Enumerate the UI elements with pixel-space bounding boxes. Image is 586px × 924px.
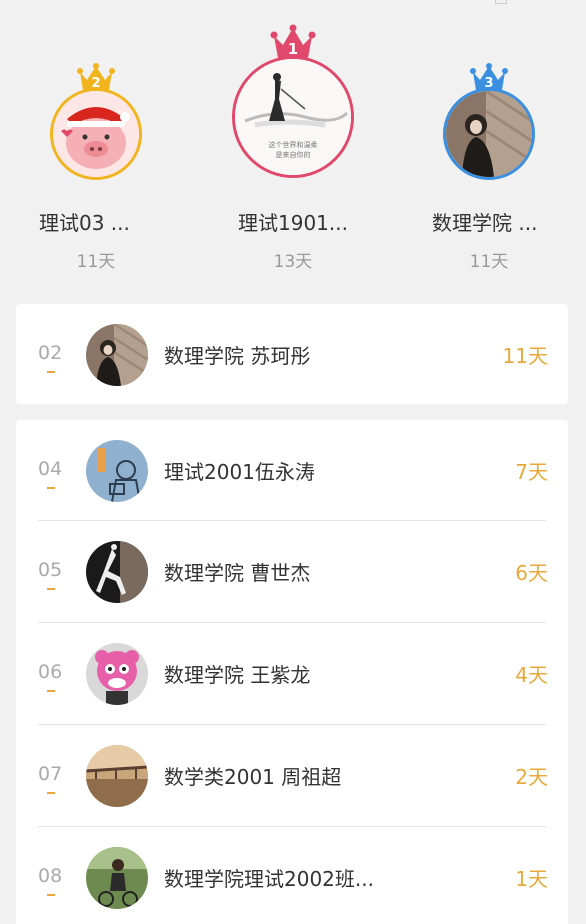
rank-number: 08 <box>38 865 63 887</box>
avatar <box>86 541 148 603</box>
user-name: 数理学院 苏珂彤 <box>164 344 311 368</box>
rank-underline <box>47 792 55 794</box>
user-name: 数理学院 王紫龙 <box>164 663 311 687</box>
avatar-first: 这个世界和温柔 是来自你的 <box>232 56 354 178</box>
pig-avatar-icon <box>53 91 139 177</box>
rank-underline <box>47 690 55 692</box>
rank-number: 07 <box>38 763 63 785</box>
rank-underline <box>47 371 55 373</box>
rank-underline <box>47 894 55 896</box>
rank-number: 05 <box>38 559 63 581</box>
user-name: 数理学院 曹世杰 <box>164 561 311 585</box>
list-item[interactable]: 07 数学类2001 周祖超 2天 <box>16 725 568 827</box>
days-count: 4天 <box>515 663 548 687</box>
avatar <box>86 745 148 807</box>
list-item[interactable]: 08 数理学院理试2002班... 1天 <box>16 827 568 924</box>
podium-first-name: 理试1901... <box>238 211 348 235</box>
cyclist-photo-avatar-icon <box>86 847 148 909</box>
rank-underline <box>47 487 55 489</box>
days-count: 7天 <box>515 460 548 484</box>
podium-third-name: 数理学院 ... <box>432 211 538 235</box>
days-count: 11天 <box>502 344 548 368</box>
days-count: 6天 <box>515 561 548 585</box>
avatar-second <box>50 88 142 180</box>
girl-photo-avatar-icon <box>446 91 532 177</box>
user-name: 数学类2001 周祖超 <box>164 765 342 789</box>
podium-third[interactable]: 3 数理学院 ... 11天 <box>414 0 564 280</box>
rank-number: 06 <box>38 661 63 683</box>
cartoon-drawing-avatar-icon <box>86 440 148 502</box>
ink-painting-avatar-icon: 这个世界和温柔 是来自你的 <box>235 59 351 175</box>
jordan-logo-avatar-icon <box>86 541 148 603</box>
my-rank-row[interactable]: 02 数理学院 苏珂彤 11天 <box>16 304 568 406</box>
avatar <box>86 847 148 909</box>
podium-second-name: 理试03 ... <box>39 211 130 235</box>
rank-number: 02 <box>38 342 63 364</box>
podium: 2 理试03 ... 11天 1 这个世界和温柔 是来自你的 理试1901...… <box>0 0 586 300</box>
bridge-photo-avatar-icon <box>86 745 148 807</box>
user-name: 理试2001伍永涛 <box>164 460 315 484</box>
podium-third-days: 11天 <box>469 252 509 272</box>
girl-photo-avatar-icon <box>86 324 148 386</box>
avatar <box>86 643 148 705</box>
podium-first-days: 13天 <box>273 252 313 272</box>
svg-text:这个世界和温柔: 这个世界和温柔 <box>269 140 318 149</box>
list-item[interactable]: 05 数理学院 曹世杰 6天 <box>16 521 568 623</box>
podium-second-days: 11天 <box>76 252 116 272</box>
days-count: 1天 <box>515 867 548 891</box>
podium-first[interactable]: 1 这个世界和温柔 是来自你的 理试1901... 13天 <box>218 0 368 280</box>
rank-underline <box>47 588 55 590</box>
list-item[interactable]: 06 数理学院 王紫龙 4天 <box>16 623 568 725</box>
avatar <box>86 324 148 386</box>
user-name: 数理学院理试2002班... <box>164 867 374 891</box>
avatar <box>86 440 148 502</box>
podium-second[interactable]: 2 理试03 ... 11天 <box>21 0 171 280</box>
avatar-third <box>443 88 535 180</box>
list-item[interactable]: 04 理试2001伍永涛 7天 <box>16 420 568 522</box>
ranking-list: 04 理试2001伍永涛 7天 05 数理学院 曹世杰 6天 06 数理学院 王… <box>16 420 568 924</box>
days-count: 2天 <box>515 765 548 789</box>
pink-monster-avatar-icon <box>86 643 148 705</box>
rank-number: 04 <box>38 458 63 480</box>
my-rank-card[interactable]: 02 数理学院 苏珂彤 11天 <box>16 304 568 404</box>
svg-text:是来自你的: 是来自你的 <box>276 150 311 159</box>
